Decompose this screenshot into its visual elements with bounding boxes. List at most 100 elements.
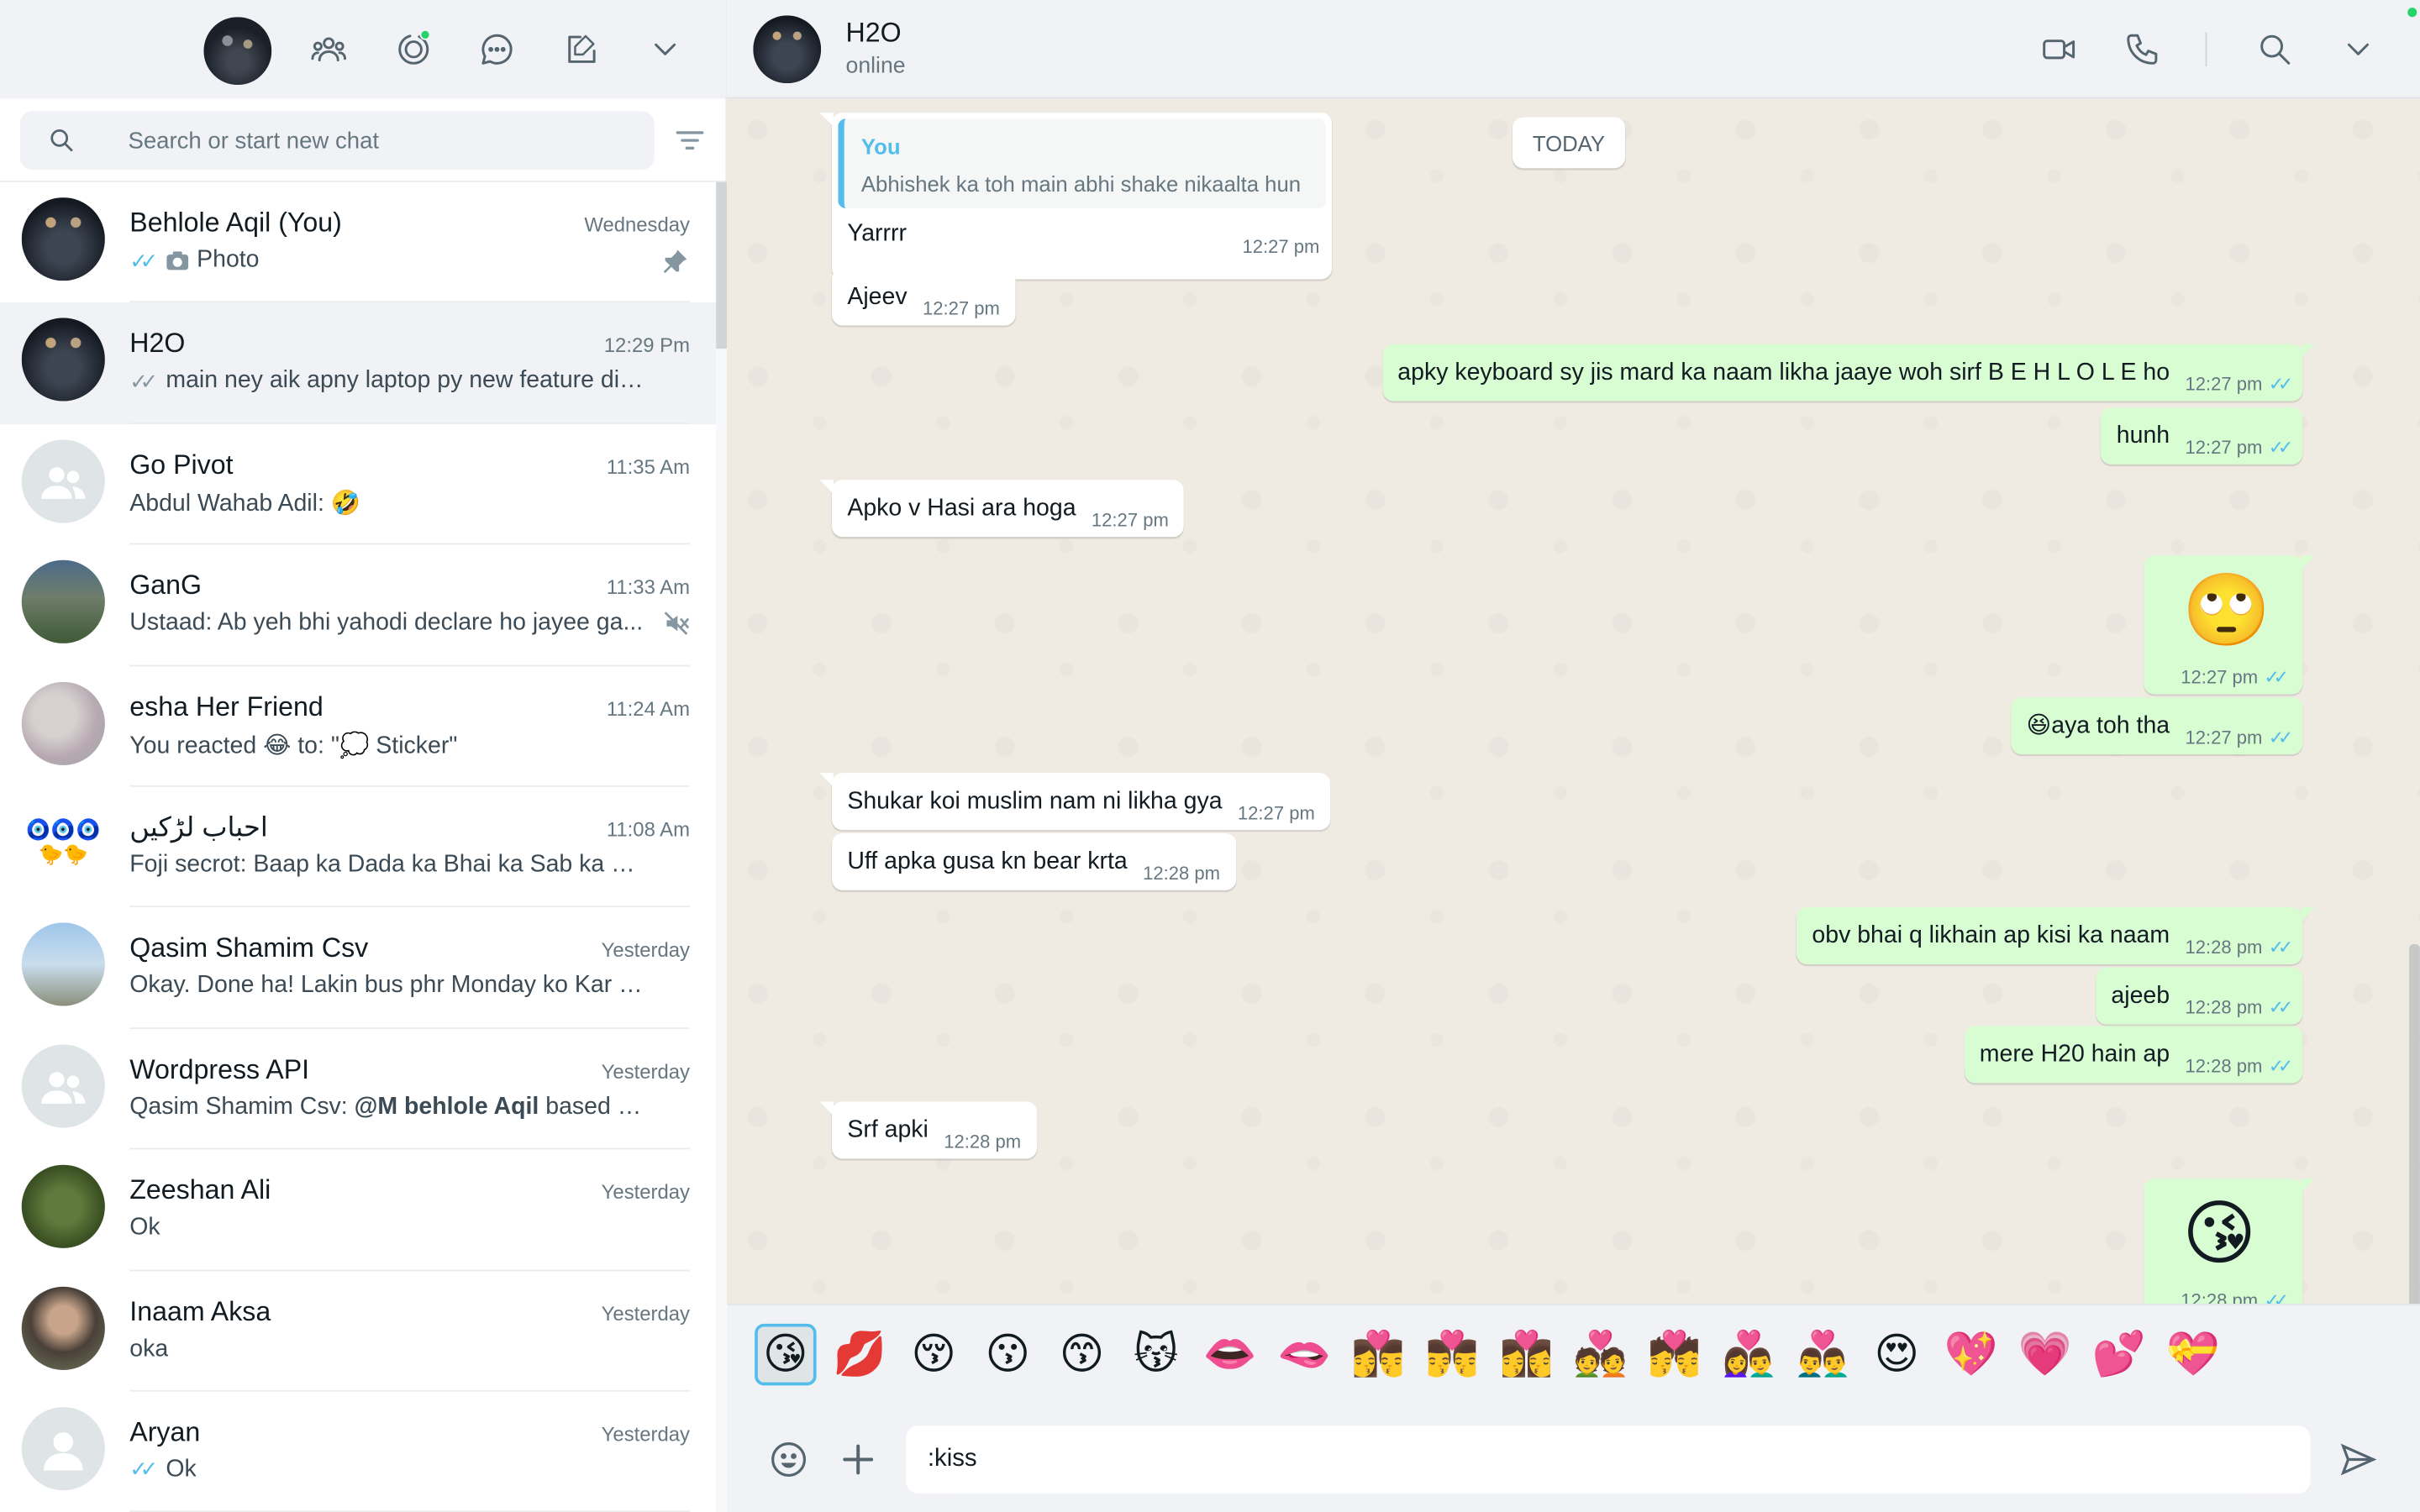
message-time: 12:28 pm xyxy=(2185,935,2263,958)
emoji-suggestion[interactable]: 😙 xyxy=(1051,1324,1113,1385)
chat-row-behlole-aqil[interactable]: Behlole Aqil (You) Wednesday ✓✓ Photo xyxy=(0,182,716,303)
chat-name: esha Her Friend xyxy=(129,690,324,722)
chat-preview: Ok xyxy=(129,1214,160,1241)
emoji-suggestion[interactable]: 😘 xyxy=(755,1323,817,1386)
chat-preview: Foji secrot: Baap ka Dada ka Bhai ka Sab… xyxy=(129,851,644,878)
emoji-message: 🙄 xyxy=(2182,569,2271,650)
message-bubble-outgoing[interactable]: ajeeb 12:28 pm ✓✓ xyxy=(2096,967,2303,1025)
online-indicator xyxy=(2407,8,2417,18)
quoted-text: Abhishek ka toh main abhi shake nikaalta… xyxy=(860,171,1302,197)
chat-row-ahbab-larkein[interactable]: 🧿🧿🧿 🐤🐤 احباب لڑکیں 11:08 Am Foji secrot: … xyxy=(0,787,716,908)
message-text: 😆aya toh tha xyxy=(2026,712,2170,739)
search-row xyxy=(0,99,726,182)
message-list[interactable]: TODAY You Abhishek ka toh main abhi shak… xyxy=(727,98,2420,1305)
message-bubble-outgoing[interactable]: hunh 12:27 pm ✓✓ xyxy=(2101,407,2303,465)
chat-row-gang[interactable]: GanG 11:33 Am Ustaad: Ab yeh bhi yahodi … xyxy=(0,545,716,666)
new-chat-icon[interactable] xyxy=(559,26,605,72)
chat-row-aryan[interactable]: Aryan Yesterday ✓✓ Ok xyxy=(0,1392,716,1512)
emoji-suggestion[interactable]: 😍 xyxy=(1866,1324,1928,1385)
emoji-suggestion[interactable]: 💋 xyxy=(829,1324,890,1385)
chat-name: Go Pivot xyxy=(129,449,234,480)
emoji-suggestion[interactable]: 💑 xyxy=(1570,1324,1631,1385)
chat-time: 11:35 Am xyxy=(606,454,691,478)
channels-icon[interactable] xyxy=(474,26,520,72)
avatar xyxy=(21,318,105,402)
message-input[interactable] xyxy=(906,1425,2311,1494)
message-text: Srf apki xyxy=(847,1116,929,1143)
chat-row-qasim-shamim-csv[interactable]: Qasim Shamim Csv Yesterday Okay. Done ha… xyxy=(0,908,716,1029)
quoted-message[interactable]: You Abhishek ka toh main abhi shake nika… xyxy=(838,118,1326,208)
chat-row-h2o[interactable]: H2O 12:29 Pm ✓✓ main ney aik apny laptop… xyxy=(0,302,717,424)
chat-row-zeeshan-ali[interactable]: Zeeshan Ali Yesterday Ok xyxy=(0,1150,716,1271)
read-ticks-icon: ✓✓ xyxy=(2268,435,2294,458)
video-call-icon[interactable] xyxy=(2036,26,2082,72)
read-ticks-icon: ✓✓ xyxy=(2268,372,2294,395)
emoji-suggestion[interactable]: 💖 xyxy=(1940,1324,2002,1385)
message-bubble-incoming[interactable]: Srf apki 12:28 pm xyxy=(819,1101,1037,1159)
search-input[interactable] xyxy=(128,111,638,171)
chat-row-go-pivot[interactable]: Go Pivot 11:35 Am Abdul Wahab Adil: 🤣 xyxy=(0,424,716,545)
emoji-suggestion[interactable]: 👩‍❤️‍💋‍👨 xyxy=(1347,1324,1408,1385)
message-text: mere H20 hain ap xyxy=(1979,1040,2170,1068)
chat-name: Behlole Aqil (You) xyxy=(129,207,342,238)
message-bubble-incoming[interactable]: Apko v Hasi ara hoga 12:27 pm xyxy=(819,480,1185,538)
attach-plus-icon[interactable] xyxy=(835,1436,881,1483)
chat-time: 12:29 Pm xyxy=(603,333,691,357)
contact-avatar[interactable] xyxy=(753,15,822,84)
scrollbar-thumb[interactable] xyxy=(716,181,728,349)
emoji-suggestion[interactable]: 😽 xyxy=(1125,1324,1186,1385)
chat-row-inaam-aksa[interactable]: Inaam Aksa Yesterday oka xyxy=(0,1271,716,1392)
chat-row-wordpress-api[interactable]: Wordpress API Yesterday Qasim Shamim Csv… xyxy=(0,1029,716,1150)
message-bubble-outgoing-emoji[interactable]: 🙄 12:27 pm ✓✓ xyxy=(2144,555,2316,695)
emoji-suggestion[interactable]: 👩‍❤️‍👨 xyxy=(1718,1324,1779,1385)
conversation-header[interactable]: H2O online xyxy=(727,0,2420,99)
chat-name: Zeeshan Ali xyxy=(129,1173,271,1205)
message-bubble-outgoing-emoji[interactable]: 😘 12:28 pm ✓✓ xyxy=(2144,1179,2316,1305)
message-bubble-incoming[interactable]: Uff apka gusa kn bear krta 12:28 pm xyxy=(831,832,1236,890)
message-bubble-outgoing[interactable]: mere H20 hain ap 12:28 pm ✓✓ xyxy=(1964,1026,2303,1084)
search-box[interactable] xyxy=(19,111,655,171)
status-icon[interactable] xyxy=(391,26,437,72)
emoji-suggestion[interactable]: 💝 xyxy=(2162,1324,2223,1385)
chat-row-esha-her-friend[interactable]: esha Her Friend 11:24 Am You reacted 😂 t… xyxy=(0,666,716,787)
chat-time: 11:08 Am xyxy=(606,817,691,841)
emoji-picker-icon[interactable] xyxy=(765,1436,812,1483)
emoji-suggestion[interactable]: 👨‍❤️‍💋‍👨 xyxy=(1422,1324,1483,1385)
conversation-menu-chevron-down-icon[interactable] xyxy=(2335,26,2381,72)
message-bubble-incoming[interactable]: Shukar koi muslim nam ni likha gya 12:27… xyxy=(819,773,1331,831)
contact-status: online xyxy=(845,54,906,79)
message-list-scrollbar[interactable] xyxy=(2409,944,2420,1305)
group-avatar-icon xyxy=(21,1043,105,1128)
message-time: 12:27 pm xyxy=(2181,666,2259,689)
read-ticks-icon: ✓✓ xyxy=(2264,666,2290,689)
chat-list-scrollbar[interactable] xyxy=(716,181,728,1512)
chat-time: Yesterday xyxy=(601,1059,691,1083)
emoji-suggestion[interactable]: 😗 xyxy=(977,1324,1039,1385)
send-icon[interactable] xyxy=(2335,1436,2381,1483)
avatar xyxy=(21,1285,105,1370)
emoji-suggestion[interactable]: 🫦 xyxy=(1273,1324,1334,1385)
message-bubble-outgoing[interactable]: apky keyboard sy jis mard ka naam likha … xyxy=(1381,344,2316,402)
menu-chevron-down-icon[interactable] xyxy=(642,26,688,72)
emoji-suggestion[interactable]: 💗 xyxy=(2014,1324,2075,1385)
emoji-suggestion[interactable]: 👨‍❤️‍👨 xyxy=(1791,1324,1853,1385)
emoji-suggestion[interactable]: 💕 xyxy=(2088,1324,2149,1385)
search-messages-icon[interactable] xyxy=(2252,26,2298,72)
message-time: 12:28 pm xyxy=(2185,995,2263,1018)
filter-icon[interactable] xyxy=(673,127,707,155)
emoji-suggestion[interactable]: 👄 xyxy=(1199,1324,1260,1385)
message-text: Yarrrr xyxy=(847,220,908,247)
message-bubble-outgoing[interactable]: obv bhai q likhain ap kisi ka naam 12:28… xyxy=(1797,906,2316,964)
message-bubble-incoming[interactable]: Ajeev 12:27 pm xyxy=(831,268,1016,326)
chat-preview: ✓✓ main ney aik apny laptop py new featu… xyxy=(129,367,644,395)
voice-call-icon[interactable] xyxy=(2119,26,2165,72)
emoji-suggestion[interactable]: 😚 xyxy=(902,1324,964,1385)
emoji-suggestion[interactable]: 👩‍❤️‍💋‍👩 xyxy=(1496,1324,1557,1385)
chat-name: احباب لڑکیں xyxy=(129,811,268,843)
message-bubble-outgoing[interactable]: 😆aya toh tha 12:27 pm ✓✓ xyxy=(2011,697,2303,755)
message-time: 12:27 pm xyxy=(1242,236,1320,258)
my-profile-avatar[interactable] xyxy=(203,17,272,86)
emoji-suggestion[interactable]: 💏 xyxy=(1644,1324,1705,1385)
message-bubble-incoming-reply[interactable]: You Abhishek ka toh main abhi shake nika… xyxy=(819,113,1333,280)
communities-icon[interactable] xyxy=(306,26,352,72)
